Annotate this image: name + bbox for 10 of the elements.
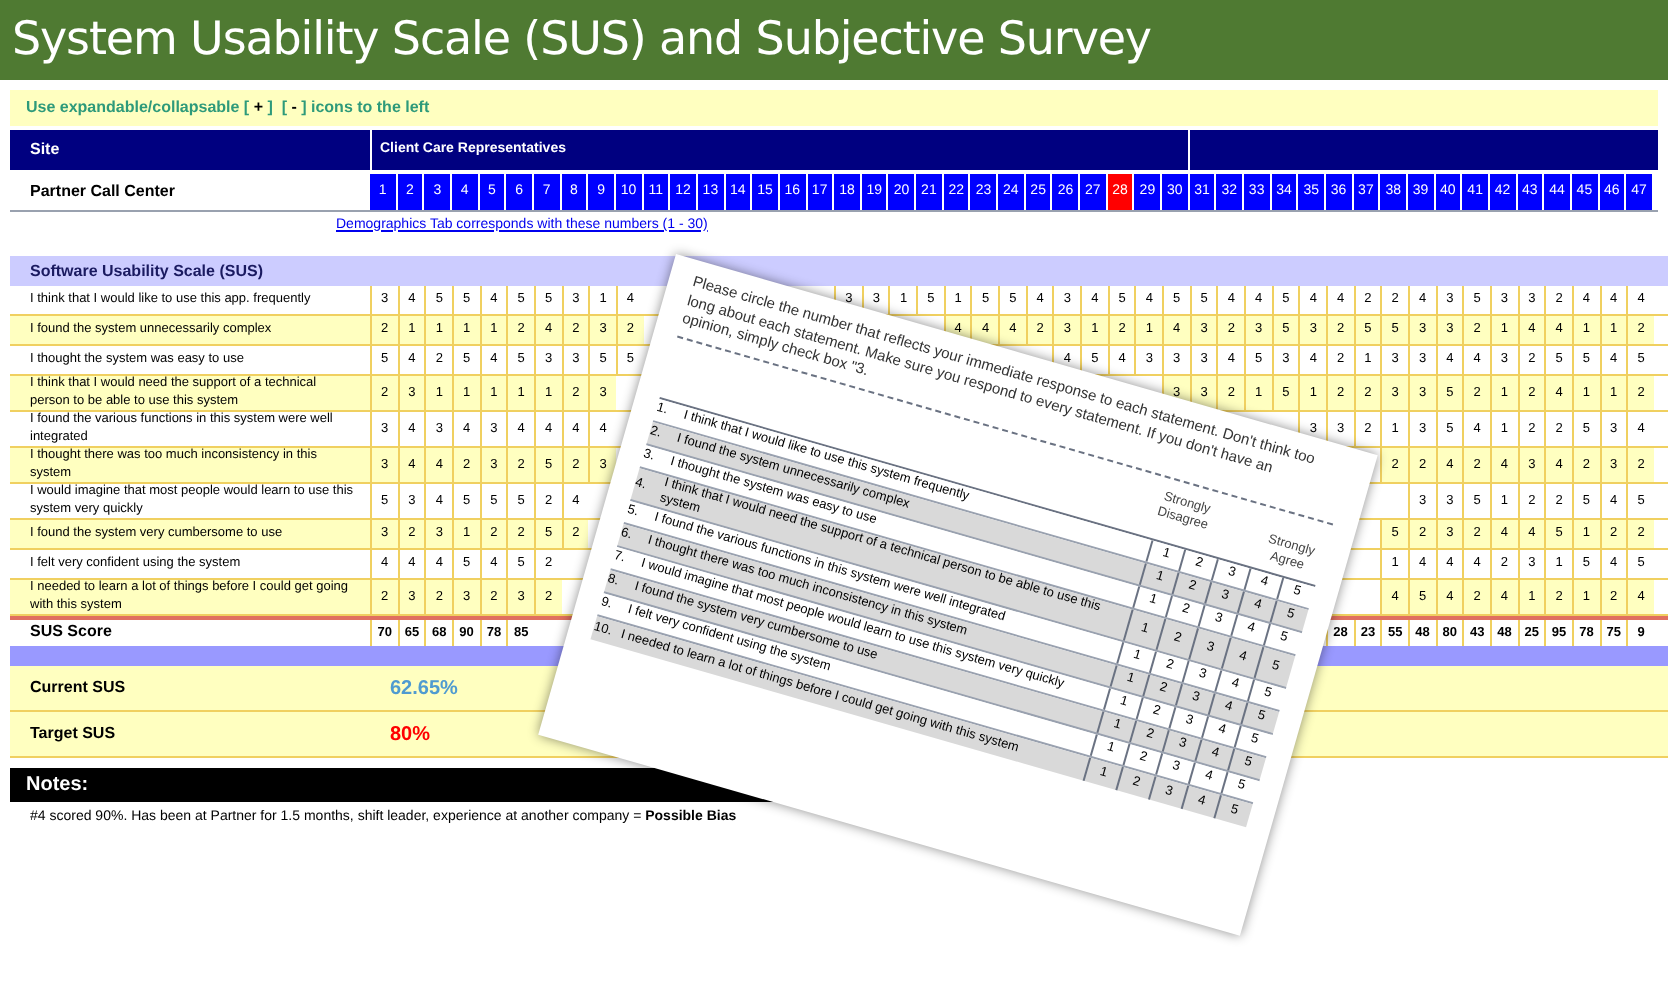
column-header: Site: [28, 138, 62, 162]
instruction-text: Use expandable/collapsable [ + ] [ - ] icons to the left: [26, 96, 430, 120]
notes-title: Notes:: [26, 772, 89, 800]
summary-value: 62.65%: [390, 675, 458, 703]
site-name: Partner Call Center: [28, 180, 177, 204]
summary-label: Current SUS: [28, 676, 128, 700]
summary-value: 80%: [390, 721, 431, 749]
page-title: System Usability Scale (SUS) and Subjective Survey: [12, 11, 1151, 70]
summary-label: Target SUS: [28, 722, 118, 746]
section-title: Software Usability Scale (SUS): [30, 259, 263, 283]
